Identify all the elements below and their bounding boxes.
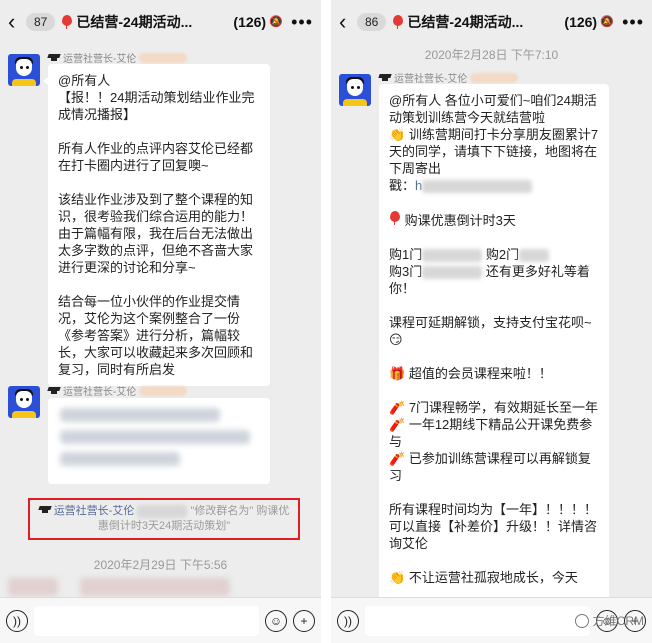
chat-title: 已结营-24期活动... — [61, 12, 233, 32]
message-text: 购1门 — [389, 247, 423, 262]
divider — [321, 0, 331, 643]
blurred-link-card[interactable] — [48, 398, 270, 484]
redacted-name — [139, 385, 188, 396]
balloon-icon — [61, 15, 73, 29]
timestamp: 2020年2月28日 下午7:10 — [424, 48, 559, 62]
redacted-name — [139, 52, 188, 63]
redacted-name — [470, 72, 519, 83]
message-bubble[interactable]: @所有人 各位小可爱们~咱们24期活动策划训练营今天就结营啦 👏 训练营期间打卡… — [379, 84, 609, 600]
message-line: 所有人作业的点评内容艾伦已经都在打卡圈内进行了回复噢~ — [58, 141, 254, 173]
balloon-icon — [389, 211, 401, 225]
message-text: 超值的会员课程来啦！！ — [408, 366, 552, 381]
chat-title: 已结营-24期活动... — [392, 12, 564, 32]
message-line: 购1门 购2门 — [389, 246, 599, 263]
redacted-link — [422, 180, 533, 194]
graduation-cap-icon — [39, 505, 51, 514]
message-text: 课程可延期解锁，支持支付宝花呗~ — [389, 315, 592, 330]
unread-count-badge[interactable]: 87 — [26, 13, 56, 31]
back-chevron-icon[interactable]: ‹ — [8, 11, 22, 33]
avatar[interactable] — [8, 54, 40, 86]
chat-header: ‹ 87 已结营-24期活动... (126) 🔕 ••• — [0, 0, 321, 44]
watermark-logo-icon — [574, 613, 589, 628]
message-line: 🧨 已参加训练营课程可以再解锁复习 — [389, 451, 591, 483]
message-text: 购3门 — [389, 264, 423, 279]
message-input[interactable] — [34, 605, 259, 636]
link-label: 戳： — [389, 178, 416, 193]
system-notice-name[interactable]: 运营社营长-艾伦 — [54, 505, 135, 517]
message-line: 👏 不让运营社孤寂地成长，今天 — [389, 570, 578, 585]
system-notice-action: "修改群名为" — [190, 505, 254, 517]
graduation-cap-icon — [48, 53, 60, 62]
message-line: 戳：h — [389, 177, 599, 194]
chat-title-text: 已结营-24期活动... — [407, 14, 524, 30]
message-text: 训练营期间打卡分享朋友圈累计7天的同学，请填下下链接，地图将在下周寄出 — [389, 127, 599, 176]
message-line: 🧨 7门课程畅学，有效期延长至一年 — [389, 400, 599, 415]
message-text: 7门课程畅学，有效期延长至一年 — [408, 400, 599, 415]
more-options-icon[interactable]: ••• — [622, 12, 644, 33]
mute-icon: 🔕 — [600, 16, 614, 28]
message-line: 购课优惠倒计时3天 — [389, 211, 599, 229]
watermark: 方维CRM — [574, 612, 644, 629]
partial-message — [80, 578, 230, 596]
right-chat-screen: ‹ 86 已结营-24期活动... (126) 🔕 ••• 2020年2月28日… — [331, 0, 652, 643]
message-line: 该结业作业涉及到了整个课程的知识，很考验我们综合运用的能力！由于篇幅有限，我在后… — [58, 192, 254, 275]
input-bar: )) ☺ + — [0, 597, 321, 643]
emoji-icon[interactable]: ☺ — [265, 609, 287, 632]
redacted-text — [519, 249, 550, 263]
voice-icon[interactable]: )) — [337, 609, 359, 632]
back-chevron-icon[interactable]: ‹ — [339, 11, 353, 33]
message-text: 购课优惠倒计时3天 — [404, 213, 516, 228]
system-notice: 运营社营长-艾伦 "修改群名为" 购课优惠倒计时3天24期活动策划" — [28, 498, 300, 540]
graduation-cap-icon — [48, 386, 60, 395]
add-icon[interactable]: + — [293, 609, 315, 632]
message-text: 不让运营社孤寂地成长，今天 — [408, 570, 578, 585]
mute-icon: 🔕 — [269, 16, 283, 28]
message-line: @所有人 各位小可爱们~咱们24期活动策划训练营今天就结营啦 — [389, 93, 597, 125]
message-link[interactable]: h — [415, 178, 422, 193]
sender-name: 运营社营长-艾伦 — [48, 383, 188, 398]
more-options-icon[interactable]: ••• — [291, 12, 313, 33]
unread-count-badge[interactable]: 86 — [357, 13, 387, 31]
partial-message — [8, 578, 58, 596]
redacted-text — [137, 504, 188, 518]
message-bubble[interactable]: @所有人 【报！！24期活动策划结业作业完成情况播报】 所有人作业的点评内容艾伦… — [43, 64, 270, 386]
voice-icon[interactable]: )) — [6, 609, 28, 632]
sender-name: 运营社营长-艾伦 — [48, 50, 188, 65]
sender-name-text: 运营社营长-艾伦 — [394, 74, 468, 85]
sender-name: 运营社营长-艾伦 — [379, 70, 519, 85]
sender-name-text: 运营社营长-艾伦 — [63, 387, 137, 398]
message-text: 一年12期线下精品公开课免费参与 — [389, 417, 593, 449]
message-input[interactable] — [365, 605, 590, 636]
message-line: 🧨 一年12期线下精品公开课免费参与 — [389, 417, 593, 449]
avatar[interactable] — [8, 386, 40, 418]
message-line: 所有课程时间均为【一年】！！！！ 可以直接【补差价】升级！！详情咨询艾伦 — [389, 502, 598, 551]
message-line: 结合每一位小伙伴的作业提交情况，艾伦为这个案例整合了一份《参考答案》进行分析，篇… — [58, 294, 254, 377]
member-count: (126) — [564, 14, 598, 30]
message-line: 【报！！24期活动策划结业作业完成情况播报】 — [58, 90, 255, 122]
message-text: 购2门 — [485, 247, 520, 262]
chat-title-text: 已结营-24期活动... — [76, 14, 193, 30]
message-line: 购3门 还有更多好礼等着你！ — [389, 263, 599, 297]
left-chat-screen: ‹ 87 已结营-24期活动... (126) 🔕 ••• 运营社营长-艾伦 @… — [0, 0, 321, 643]
avatar[interactable] — [339, 74, 371, 106]
graduation-cap-icon — [379, 73, 391, 82]
redacted-text — [422, 249, 483, 263]
message-line: @所有人 — [58, 73, 111, 88]
timestamp: 2020年2月29日 下午5:56 — [93, 558, 228, 572]
chat-header: ‹ 86 已结营-24期活动... (126) 🔕 ••• — [331, 0, 652, 44]
message-line: 课程可延期解锁，支持支付宝花呗~ 😏 — [389, 315, 592, 347]
balloon-icon — [392, 15, 404, 29]
sender-name-text: 运营社营长-艾伦 — [63, 54, 137, 65]
watermark-text: 方维CRM — [592, 614, 644, 628]
message-text: 已参加训练营课程可以再解锁复习 — [389, 451, 591, 483]
redacted-text — [422, 266, 483, 280]
member-count: (126) — [233, 14, 267, 30]
message-line: 🎁 超值的会员课程来啦！！ — [389, 366, 552, 381]
message-line: 👏 训练营期间打卡分享朋友圈累计7天的同学，请填下下链接，地图将在下周寄出 — [389, 127, 599, 176]
